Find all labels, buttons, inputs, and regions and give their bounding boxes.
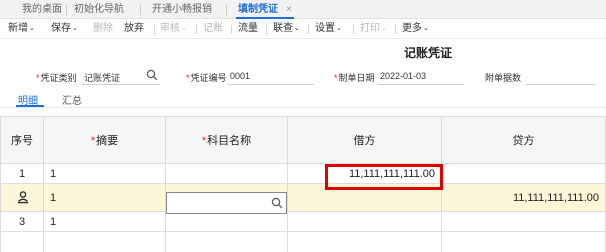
account-cell[interactable] (166, 164, 288, 184)
save-label: 保存 (51, 23, 71, 34)
row-seq: 1 (0, 164, 44, 184)
tab-reimburse[interactable]: 开通小畅报销 (152, 3, 212, 17)
new-button[interactable]: 新增⌄ (8, 23, 35, 35)
lookup-label: 联查 (273, 23, 293, 34)
attachments-label: 附单据数 (485, 73, 522, 83)
credit-cell-empty[interactable] (442, 232, 606, 252)
search-icon[interactable] (146, 69, 158, 84)
chevron-down-icon: ⌄ (336, 25, 342, 32)
summary-cell[interactable]: 1 (44, 184, 166, 212)
required-marker: * (36, 73, 40, 83)
required-marker: * (201, 135, 207, 147)
credit-cell[interactable] (442, 212, 606, 232)
column-header-account: *科目名称 (166, 116, 288, 164)
debit-cell[interactable] (288, 212, 442, 232)
required-marker: * (186, 73, 190, 83)
tab-bar: 我的桌面 初始化导航 开通小畅报销 填制凭证 × (0, 0, 606, 19)
voucher-number-label-text: 凭证编号 (190, 73, 227, 83)
close-icon[interactable]: × (286, 3, 292, 17)
credit-cell[interactable]: 11,111,111,111.00 (442, 184, 606, 212)
row-seq-empty (0, 232, 44, 252)
voucher-title: 记账凭证 (404, 46, 453, 60)
required-marker: * (334, 73, 338, 83)
chevron-down-icon: ⌄ (381, 25, 387, 32)
delete-button[interactable]: 删除 (93, 23, 113, 35)
toolbar-divider (308, 25, 309, 34)
tab-my-desktop[interactable]: 我的桌面 (22, 3, 62, 17)
toolbar-divider (196, 25, 197, 34)
summary-cell[interactable]: 1 (44, 212, 166, 232)
tab-summary[interactable]: 汇总 (62, 92, 82, 107)
annotation-highlight-box (325, 164, 443, 190)
chevron-down-icon: ⌄ (72, 25, 78, 32)
voucher-number-field[interactable]: 0001 (230, 71, 250, 81)
voucher-number-label: *凭证编号 (186, 71, 227, 84)
tab-divider (226, 5, 227, 15)
tab-init-nav[interactable]: 初始化导航 (74, 3, 124, 17)
review-button[interactable]: 审核⌄ (160, 23, 187, 35)
date-label-text: 制单日期 (338, 73, 375, 83)
print-button[interactable]: 打印⌄ (360, 23, 387, 35)
field-underline (82, 84, 160, 85)
date-field[interactable]: 2022-01-03 (380, 71, 426, 81)
field-underline (378, 84, 464, 85)
column-header-summary: *摘要 (44, 116, 166, 164)
toolbar-divider (395, 25, 396, 34)
lookup-button[interactable]: 联查⌄ (273, 23, 300, 35)
toolbar: 新增⌄ 保存⌄ 删除 放弃 审核⌄ 记账 流量 联查⌄ 设置⌄ 打印⌄ 更多⌄ (0, 19, 606, 39)
voucher-grid: 序号 *摘要 *科目名称 借方 贷方 1 1 11,111,111,111.00… (0, 116, 606, 252)
summary-cell-empty[interactable] (44, 232, 166, 252)
subtab-divider (0, 107, 606, 108)
chevron-down-icon: ⌄ (181, 25, 187, 32)
more-label: 更多 (402, 23, 422, 34)
toolbar-divider (154, 25, 155, 34)
toolbar-divider (231, 25, 232, 34)
column-header-credit: 贷方 (442, 116, 606, 164)
toolbar-divider (353, 25, 354, 34)
tab-divider (66, 5, 67, 15)
save-button[interactable]: 保存⌄ (51, 23, 78, 35)
column-header-summary-text: 摘要 (96, 135, 119, 147)
account-cell[interactable] (166, 212, 288, 232)
required-marker: * (90, 135, 96, 147)
post-button[interactable]: 记账 (203, 23, 223, 35)
more-button[interactable]: 更多⌄ (402, 23, 429, 35)
row-handle[interactable] (0, 184, 44, 212)
voucher-type-label-text: 凭证类别 (40, 73, 77, 83)
column-header-debit: 借方 (288, 116, 442, 164)
toolbar-divider (266, 25, 267, 34)
date-label: *制单日期 (334, 71, 375, 84)
voucher-type-select[interactable]: 记账凭证 (84, 71, 120, 84)
user-icon (16, 190, 30, 211)
attachments-field[interactable] (526, 84, 596, 85)
discard-button[interactable]: 放弃 (124, 23, 144, 35)
search-icon[interactable] (271, 197, 283, 212)
new-label: 新增 (8, 23, 28, 34)
voucher-type-label: *凭证类别 (36, 71, 77, 84)
settings-label: 设置 (315, 23, 335, 34)
credit-cell[interactable] (442, 164, 606, 184)
row-seq: 3 (0, 212, 44, 232)
chevron-down-icon: ⌄ (29, 25, 35, 32)
column-header-account-text: 科目名称 (207, 135, 252, 147)
review-label: 审核 (160, 23, 180, 34)
tab-fill-voucher[interactable]: 填制凭证 (238, 3, 278, 17)
summary-cell[interactable]: 1 (44, 164, 166, 184)
column-header-seq: 序号 (0, 116, 44, 164)
debit-cell-empty[interactable] (288, 232, 442, 252)
account-cell-empty[interactable] (166, 232, 288, 252)
chevron-down-icon: ⌄ (423, 25, 429, 32)
settings-button[interactable]: 设置⌄ (315, 23, 342, 35)
flow-button[interactable]: 流量 (238, 23, 258, 35)
field-underline (228, 84, 314, 85)
chevron-down-icon: ⌄ (294, 25, 300, 32)
tab-divider (140, 5, 141, 15)
account-input[interactable] (166, 192, 287, 214)
print-label: 打印 (360, 23, 380, 34)
